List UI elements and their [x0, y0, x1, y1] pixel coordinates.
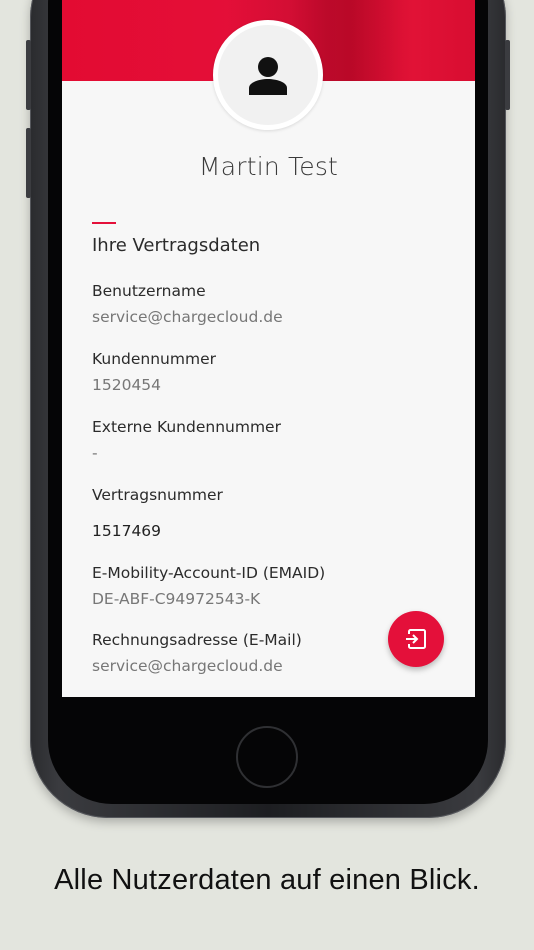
field-label-emaid: E-Mobility-Account-ID (EMAID): [92, 564, 326, 582]
section-title: Ihre Vertragsdaten: [92, 235, 261, 256]
person-icon: [249, 57, 287, 95]
field-value-customer-number: 1520454: [92, 376, 162, 394]
promo-caption: Alle Nutzerdaten auf einen Blick.: [54, 864, 480, 896]
field-label-customer-number: Kundennummer: [92, 350, 216, 368]
field-value-external-customer-number: -: [92, 444, 98, 462]
section-accent-line: [92, 222, 116, 224]
avatar[interactable]: [213, 20, 323, 130]
field-value-contract-number: 1517469: [92, 522, 162, 540]
app-screen: Martin Test Ihre Vertragsdaten Benutzern…: [62, 0, 475, 697]
logout-button[interactable]: [388, 611, 444, 667]
field-label-external-customer-number: Externe Kundennummer: [92, 418, 281, 436]
field-value-emaid: DE-ABF-C94972543-K: [92, 590, 261, 608]
home-button[interactable]: [236, 726, 298, 788]
power-button: [505, 40, 510, 110]
logout-icon: [405, 629, 426, 649]
field-value-username: service@chargecloud.de: [92, 308, 283, 326]
volume-up-button: [26, 40, 31, 110]
volume-down-button: [26, 128, 31, 198]
user-name: Martin Test: [198, 152, 339, 181]
field-label-username: Benutzername: [92, 282, 206, 300]
field-label-contract-number: Vertragsnummer: [92, 486, 223, 504]
field-label-billing-email: Rechnungsadresse (E-Mail): [92, 631, 302, 649]
field-value-billing-email: service@chargecloud.de: [92, 657, 283, 675]
